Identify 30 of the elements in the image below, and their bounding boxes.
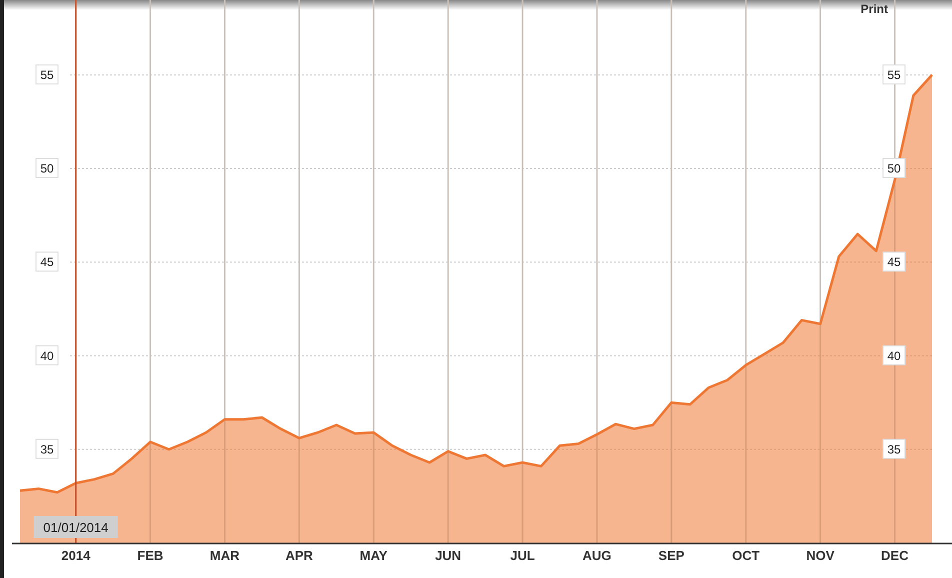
y-axis-label: 45 [36,252,58,272]
x-axis-label: MAY [360,548,388,563]
x-axis-label: FEB [137,548,164,563]
x-axis-label: APR [285,548,313,563]
x-axis-label: MAR [210,548,240,563]
y-axis-label: 35 [36,438,58,459]
y-axis-label: 50 [36,158,58,178]
y-tick-label: 55 [887,68,901,82]
x-axis-label: DEC [881,548,908,563]
y-axis-label: 40 [882,345,906,366]
annotation: 01/01/2014 [43,520,108,535]
x-axis-label: AUG [582,548,612,563]
y-tick-label: 40 [887,348,901,363]
print-link[interactable]: Print [860,2,888,16]
y-axis-label: 45 [882,252,906,272]
x-axis-label: OCT [732,548,760,563]
y-axis-label: 35 [882,438,906,459]
y-tick-label: 50 [887,162,901,176]
y-axis-label: 40 [36,345,58,366]
x-axis-label: 2014 [61,548,90,563]
y-axis-label: 50 [882,158,906,178]
date-marker-label: 01/01/2014 [34,516,118,538]
y-tick-label: 35 [887,442,901,456]
x-axis-label: NOV [806,548,834,563]
y-axis-label: 55 [36,64,58,84]
x-axis-label: SEP [658,548,684,563]
x-axis-label: JUL [510,548,535,563]
x-axis-label: JUN [435,548,462,563]
y-axis-label: 55 [882,64,906,84]
y-tick-label: 45 [887,255,901,270]
